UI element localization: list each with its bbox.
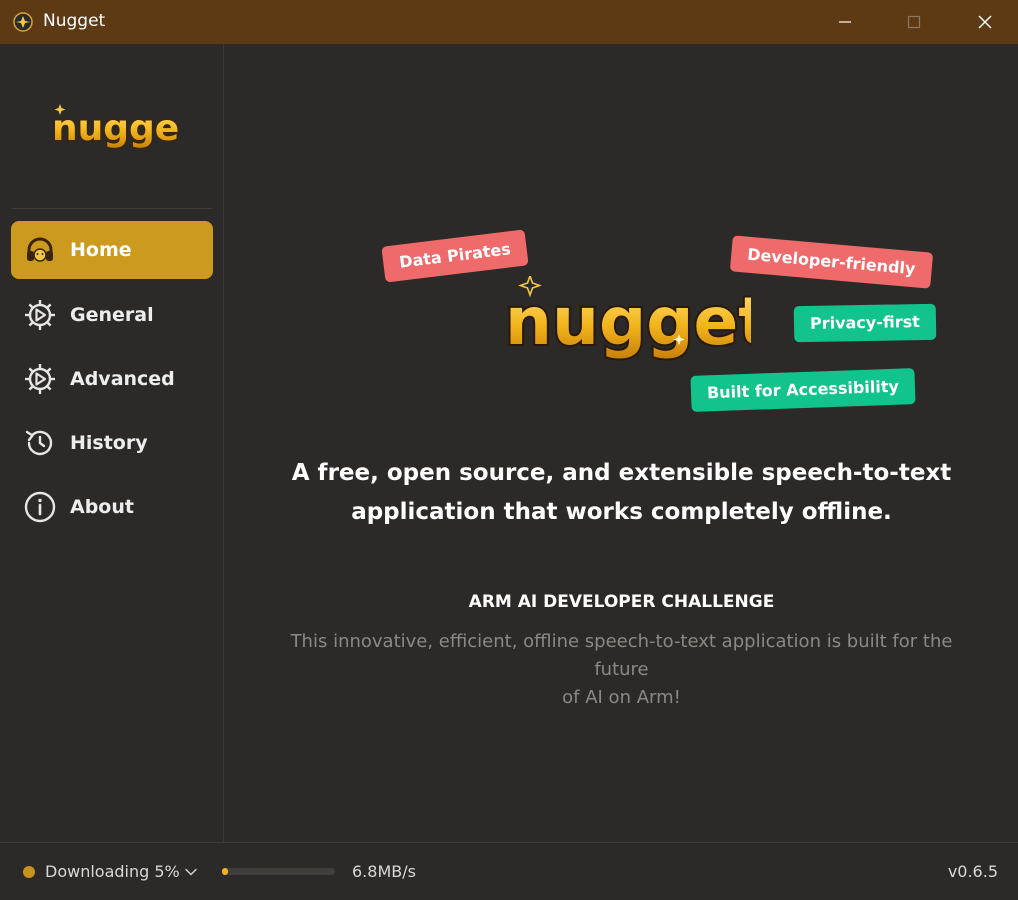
- app-version: v0.6.5: [947, 862, 998, 881]
- headline-line: A free, open source, and extensible spee…: [291, 460, 952, 486]
- download-progress-bar: [222, 868, 335, 875]
- history-icon: [23, 426, 57, 460]
- sidebar-item-about[interactable]: About: [11, 478, 213, 536]
- maximize-button[interactable]: [891, 0, 937, 44]
- tag-privacy-first: Privacy-first: [793, 303, 937, 343]
- home-content: Data Pirates Developer-friendly Privacy-…: [225, 44, 1018, 842]
- app-icon: [13, 12, 33, 32]
- sidebar-item-general[interactable]: General: [11, 286, 213, 344]
- challenge-description: This innovative, efficient, offline spee…: [265, 628, 978, 712]
- sidebar-divider: [12, 208, 212, 209]
- close-icon: [978, 15, 992, 29]
- challenge-description-line: This innovative, efficient, offline spee…: [290, 631, 953, 680]
- sidebar: nugget Home: [0, 44, 224, 842]
- tag-developer-friendly: Developer-friendly: [729, 235, 933, 289]
- svg-text:nugget: nugget: [52, 108, 178, 149]
- headline: A free, open source, and extensible spee…: [285, 454, 958, 532]
- download-speed: 6.8MB/s: [352, 862, 416, 881]
- nugget-hero-logo: nugget: [503, 276, 751, 362]
- sidebar-item-label: About: [70, 496, 134, 518]
- app-window: Nugget nugget: [0, 0, 1018, 900]
- svg-text:nugget: nugget: [505, 283, 751, 360]
- tag-data-pirates: Data Pirates: [381, 229, 529, 283]
- minimize-button[interactable]: [822, 0, 868, 44]
- download-progress-fill: [222, 868, 228, 875]
- tag-built-for-accessibility: Built for Accessibility: [690, 368, 916, 412]
- sidebar-item-label: History: [70, 432, 148, 454]
- status-dot: [23, 866, 35, 878]
- headline-line: application that works completely offlin…: [351, 499, 892, 525]
- gear-icon: [23, 298, 57, 332]
- status-bar: Downloading 5% 6.8MB/s v0.6.5: [0, 842, 1018, 900]
- challenge-description-line: of AI on Arm!: [562, 687, 681, 708]
- minimize-icon: [839, 21, 851, 23]
- sidebar-item-home[interactable]: Home: [11, 221, 213, 279]
- sidebar-item-label: General: [70, 304, 154, 326]
- info-icon: [23, 490, 57, 524]
- title-bar[interactable]: Nugget: [0, 0, 1018, 44]
- chevron-down-icon[interactable]: [184, 865, 198, 879]
- challenge-title: ARM AI DEVELOPER CHALLENGE: [468, 592, 775, 612]
- maximize-icon: [907, 15, 921, 29]
- window-title: Nugget: [43, 11, 106, 31]
- sidebar-item-label: Home: [70, 239, 132, 261]
- headphones-icon: [23, 233, 57, 267]
- gear-icon: [23, 362, 57, 396]
- close-button[interactable]: [962, 0, 1008, 44]
- nugget-logo: nugget: [51, 104, 178, 150]
- sidebar-item-history[interactable]: History: [11, 414, 213, 472]
- sidebar-item-label: Advanced: [70, 368, 175, 390]
- download-status[interactable]: Downloading 5%: [45, 862, 180, 881]
- sidebar-item-advanced[interactable]: Advanced: [11, 350, 213, 408]
